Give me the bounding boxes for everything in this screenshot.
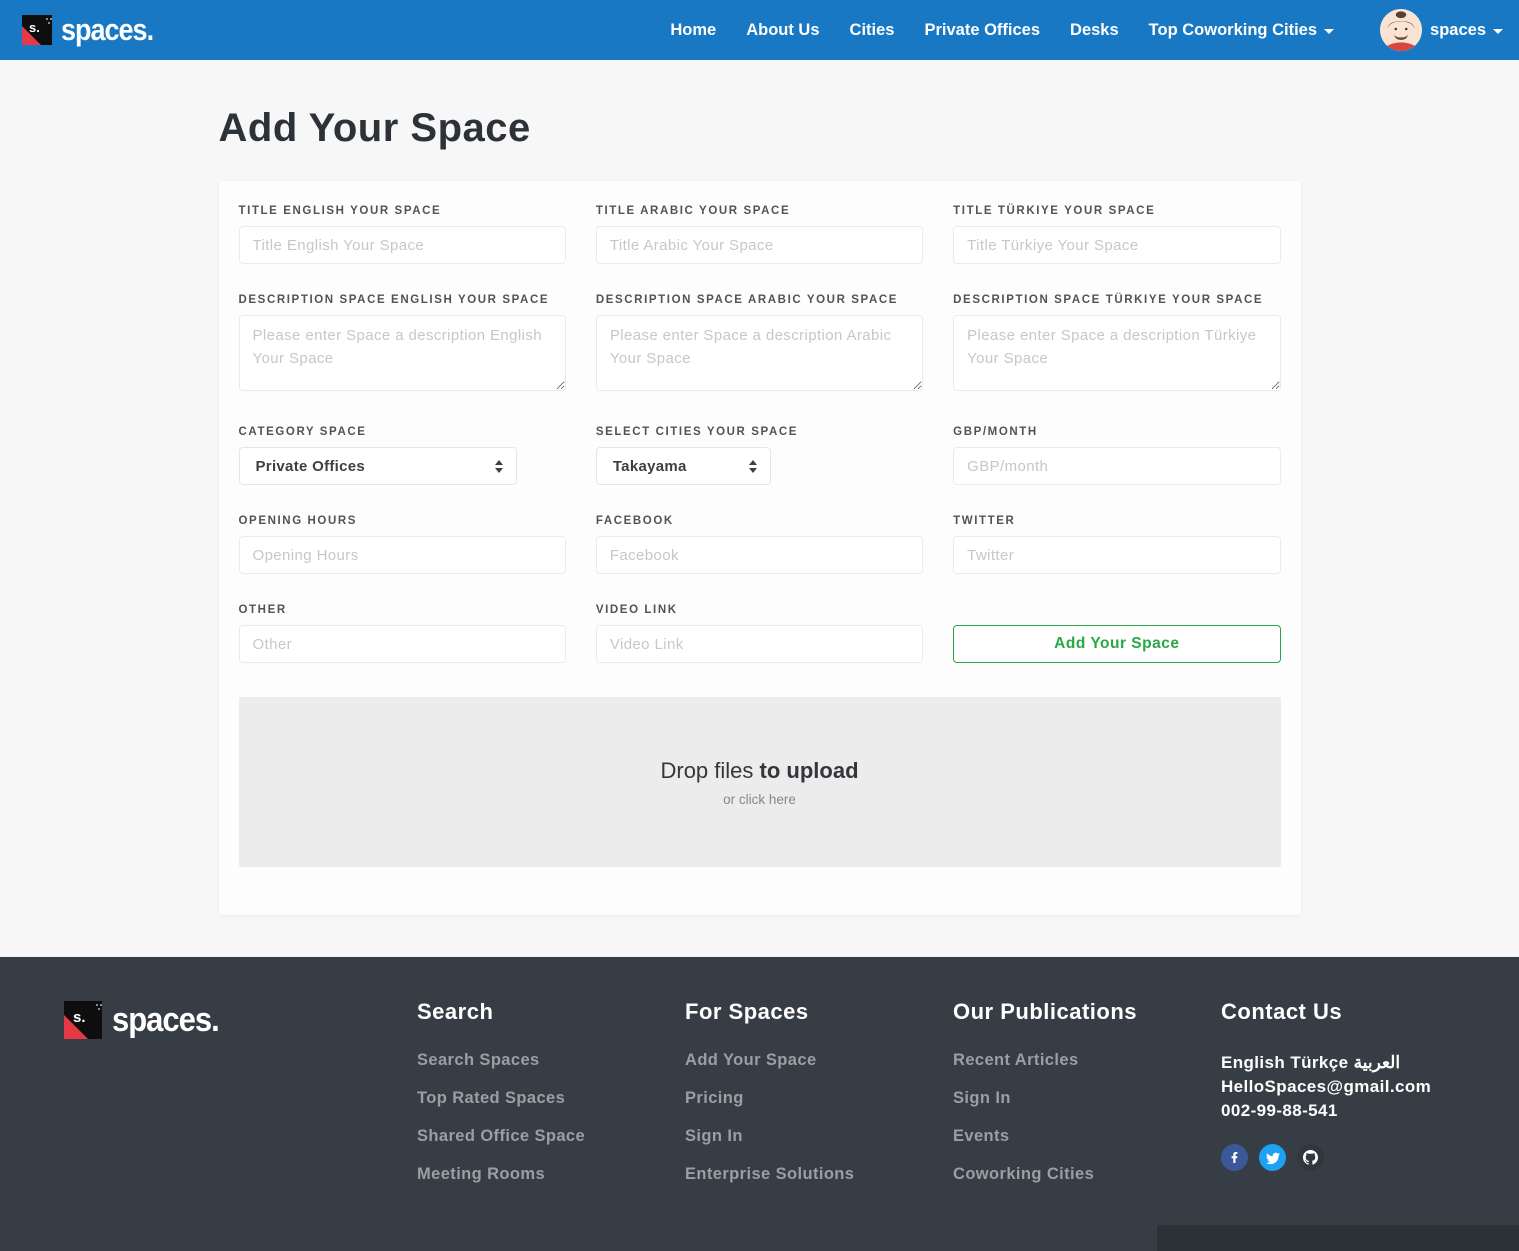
footer-heading-search: Search xyxy=(417,999,494,1024)
dropzone-subtitle: or click here xyxy=(723,791,796,807)
footer-link-add-your-space[interactable]: Add Your Space xyxy=(685,1051,953,1070)
footer-heading-our-publications: Our Publications xyxy=(953,999,1138,1024)
select-updown-icon xyxy=(748,459,757,473)
nav-item-cities[interactable]: Cities xyxy=(850,21,895,40)
footer-link-sign-in[interactable]: Sign In xyxy=(685,1127,953,1146)
nav-item-about-us[interactable]: About Us xyxy=(746,21,819,40)
gbp-month-input[interactable] xyxy=(953,447,1281,485)
gbp-month-label: GBP/MONTH xyxy=(953,426,1038,438)
contact-languages: English Türkçe العربية xyxy=(1221,1053,1401,1072)
footer-link-sign-in-publications[interactable]: Sign In xyxy=(953,1089,1221,1108)
description-arabic-label: DESCRIPTION SPACE ARABIC YOUR SPACE xyxy=(595,294,899,306)
description-turkiye-label: DESCRIPTION SPACE TÜRKIYE YOUR SPACE xyxy=(953,294,1264,306)
chevron-down-icon xyxy=(1324,28,1335,34)
footer-link-enterprise-solutions[interactable]: Enterprise Solutions xyxy=(685,1165,953,1184)
twitter-input[interactable] xyxy=(953,536,1281,574)
select-updown-icon xyxy=(494,459,503,473)
footer-link-top-rated-spaces[interactable]: Top Rated Spaces xyxy=(417,1089,685,1108)
footer-link-shared-office-space[interactable]: Shared Office Space xyxy=(417,1127,685,1146)
facebook-input[interactable] xyxy=(595,536,924,574)
avatar xyxy=(1380,9,1423,51)
facebook-icon[interactable] xyxy=(1221,1144,1248,1172)
chevron-down-icon xyxy=(1493,28,1503,34)
description-english-label: DESCRIPTION SPACE ENGLISH YOUR SPACE xyxy=(238,294,550,306)
other-label: OTHER xyxy=(238,604,287,616)
footer-link-pricing[interactable]: Pricing xyxy=(685,1089,953,1108)
title-english-input[interactable] xyxy=(238,226,566,264)
main-content: Add Your Space TITLE ENGLISH YOUR SPACE … xyxy=(218,60,1301,937)
facebook-label: FACEBOOK xyxy=(595,515,674,527)
user-menu[interactable]: spaces xyxy=(1380,9,1503,51)
file-upload-dropzone[interactable]: Drop files to upload or click here xyxy=(238,697,1281,867)
title-turkiye-label: TITLE TÜRKIYE YOUR SPACE xyxy=(953,205,1156,217)
title-arabic-label: TITLE ARABIC YOUR SPACE xyxy=(595,205,791,217)
user-label: spaces xyxy=(1430,21,1503,40)
nav-item-top-coworking-cities[interactable]: Top Coworking Cities xyxy=(1149,21,1335,40)
brand-wordmark: spaces. xyxy=(61,12,154,47)
nav-item-desks[interactable]: Desks xyxy=(1070,21,1119,40)
twitter-icon[interactable] xyxy=(1259,1144,1286,1172)
title-turkiye-input[interactable] xyxy=(953,226,1281,264)
category-space-label: CATEGORY SPACE xyxy=(238,426,367,438)
footer: s. spaces. Search Search Spaces Top Rate… xyxy=(0,957,1519,1251)
footer-brand-wordmark: spaces. xyxy=(112,999,220,1040)
other-input[interactable] xyxy=(238,625,566,663)
description-arabic-textarea[interactable] xyxy=(595,315,924,391)
footer-link-coworking-cities[interactable]: Coworking Cities xyxy=(953,1165,1221,1184)
brand-logo[interactable]: s. spaces. xyxy=(22,12,154,47)
contact-email: HelloSpaces@gmail.com xyxy=(1221,1076,1432,1096)
page-title: Add Your Space xyxy=(218,106,531,150)
video-link-label: VIDEO LINK xyxy=(595,604,678,616)
add-your-space-button[interactable]: Add Your Space xyxy=(953,625,1281,663)
category-space-select[interactable]: Private Offices xyxy=(238,447,517,485)
title-arabic-input[interactable] xyxy=(595,226,924,264)
contact-phone: 002-99-88-541 xyxy=(1221,1100,1338,1120)
footer-link-search-spaces[interactable]: Search Spaces xyxy=(417,1051,685,1070)
footer-link-meeting-rooms[interactable]: Meeting Rooms xyxy=(417,1165,685,1184)
description-turkiye-textarea[interactable] xyxy=(953,315,1281,391)
brand-logo-icon: s. xyxy=(22,15,52,45)
description-english-textarea[interactable] xyxy=(238,315,566,391)
opening-hours-input[interactable] xyxy=(238,536,566,574)
footer-bottom-bar xyxy=(1157,1225,1519,1251)
footer-link-events[interactable]: Events xyxy=(953,1127,1221,1146)
nav-item-private-offices[interactable]: Private Offices xyxy=(924,21,1040,40)
dropzone-title: Drop files to upload xyxy=(660,757,859,783)
nav-item-home[interactable]: Home xyxy=(670,21,716,40)
opening-hours-label: OPENING HOURS xyxy=(238,515,358,527)
select-cities-label: SELECT CITIES YOUR SPACE xyxy=(595,426,799,438)
twitter-label: TWITTER xyxy=(953,515,1016,527)
github-icon[interactable] xyxy=(1297,1144,1324,1172)
add-space-form-card: TITLE ENGLISH YOUR SPACE TITLE ARABIC YO… xyxy=(218,181,1301,915)
footer-brand-logo[interactable]: s. spaces. xyxy=(64,999,417,1040)
video-link-input[interactable] xyxy=(595,625,924,663)
footer-link-recent-articles[interactable]: Recent Articles xyxy=(953,1051,1221,1070)
navbar: s. spaces. Home About Us Cities Private … xyxy=(0,0,1519,60)
select-cities-select[interactable]: Takayama xyxy=(595,447,771,485)
footer-brand-logo-icon: s. xyxy=(64,1001,102,1039)
nav-menu: Home About Us Cities Private Offices Des… xyxy=(670,9,1503,51)
footer-heading-for-spaces: For Spaces xyxy=(685,999,809,1024)
footer-heading-contact-us: Contact Us xyxy=(1221,999,1343,1024)
title-english-label: TITLE ENGLISH YOUR SPACE xyxy=(238,205,442,217)
